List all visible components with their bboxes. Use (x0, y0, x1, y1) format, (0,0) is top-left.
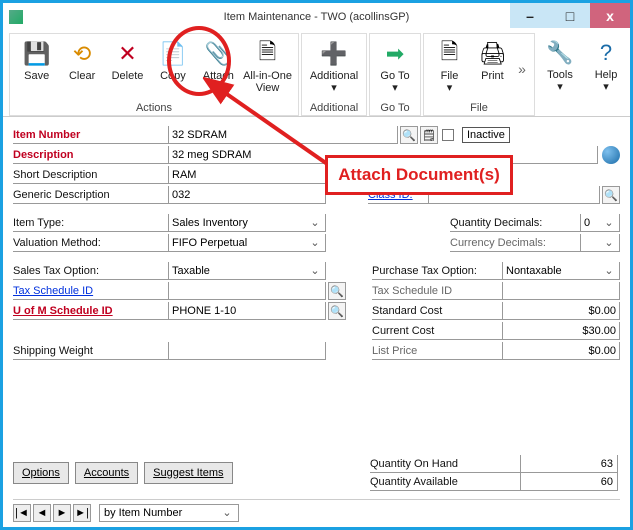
label-valuation-method: Valuation Method: (13, 234, 168, 252)
ribbon-overflow[interactable]: » (514, 36, 530, 101)
tax-schedule-id-r-field[interactable] (502, 282, 620, 300)
generic-description-field[interactable]: 032 (168, 186, 326, 204)
label-short-description: Short Description (13, 166, 168, 184)
annotation-callout: Attach Document(s) (325, 155, 513, 195)
standard-cost-field[interactable]: $0.00 (502, 302, 620, 320)
copy-icon: 📄 (159, 40, 187, 68)
label-qty-on-hand: Quantity On Hand (370, 455, 520, 473)
nav-last[interactable]: ►| (73, 504, 91, 522)
label-uofm-schedule-id[interactable]: U of M Schedule ID (13, 302, 168, 320)
chevron-down-icon: ⌄ (220, 506, 234, 519)
group-label: File (424, 102, 534, 114)
chevron-down-icon: ⌄ (308, 264, 322, 277)
goto-icon: ➡ (381, 40, 409, 68)
group-label: Go To (370, 102, 420, 114)
sales-tax-option-select[interactable]: Taxable⌄ (168, 262, 326, 280)
delete-icon: ✕ (114, 40, 142, 68)
file-button[interactable]: 🗎 File▾ (428, 36, 471, 101)
window-frame: Item Maintenance - TWO (acollinsGP) – □ … (0, 0, 633, 530)
help-button[interactable]: ? Help▾ (589, 35, 623, 102)
nav-sort-select[interactable]: by Item Number⌄ (99, 504, 239, 522)
label-item-type: Item Type: (13, 214, 168, 232)
all-in-one-button[interactable]: 🗎 All-in-One View (241, 36, 294, 101)
label-description: Description (13, 146, 168, 164)
label-item-number: Item Number (13, 126, 168, 144)
save-icon: 💾 (23, 40, 51, 68)
uofm-schedule-id-field[interactable]: PHONE 1-10 (168, 302, 326, 320)
current-cost-field[interactable]: $30.00 (502, 322, 620, 340)
inactive-checkbox[interactable] (442, 129, 454, 141)
chevron-down-icon: ⌄ (602, 236, 616, 249)
chevron-down-icon: ⌄ (308, 236, 322, 249)
item-type-select[interactable]: Sales Inventory⌄ (168, 214, 326, 232)
nav-first[interactable]: |◄ (13, 504, 31, 522)
additional-button[interactable]: ➕ Additional▾ (306, 36, 362, 101)
suggest-items-button[interactable]: Suggest Items (144, 462, 232, 484)
label-sales-tax-option: Sales Tax Option: (13, 262, 168, 280)
note-icon[interactable]: 🗒 (420, 126, 438, 144)
help-icon: ? (592, 39, 620, 67)
goto-button[interactable]: ➡ Go To▾ (374, 36, 416, 101)
group-label: Additional (302, 102, 366, 114)
titlebar: Item Maintenance - TWO (acollinsGP) – □ … (3, 3, 630, 31)
qty-available-value: 60 (520, 473, 618, 491)
tax-schedule-id-field[interactable] (168, 282, 326, 300)
chevron-down-icon: ⌄ (308, 216, 322, 229)
delete-button[interactable]: ✕ Delete (105, 36, 150, 101)
lookup-icon[interactable]: 🔍 (602, 186, 620, 204)
inactive-label: Inactive (462, 127, 510, 143)
purchase-tax-option-select[interactable]: Nontaxable⌄ (502, 262, 620, 280)
attach-button[interactable]: 📎 Attach (196, 36, 241, 101)
label-current-cost: Current Cost (372, 322, 502, 340)
form-body: Item Number 32 SDRAM 🔍 🗒 Inactive Descri… (3, 117, 630, 369)
print-button[interactable]: 🖨 Print (471, 36, 514, 101)
chevron-down-icon: ⌄ (602, 264, 616, 277)
bottom-bar: Options Accounts Suggest Items Quantity … (13, 455, 620, 491)
chevron-down-icon: ⌄ (602, 216, 616, 229)
print-icon: 🖨 (478, 40, 506, 68)
file-icon: 🗎 (435, 40, 463, 68)
nav-prev[interactable]: ◄ (33, 504, 51, 522)
ribbon: 💾 Save ⟲ Clear ✕ Delete 📄 Copy 📎 Attach … (3, 31, 630, 117)
valuation-method-select[interactable]: FIFO Perpetual⌄ (168, 234, 326, 252)
window-title: Item Maintenance - TWO (acollinsGP) (3, 11, 630, 23)
label-quantity-decimals: Quantity Decimals: (450, 214, 580, 232)
label-tax-schedule-id-r: Tax Schedule ID (372, 282, 502, 300)
record-navigator: |◄ ◄ ► ►| by Item Number⌄ (13, 499, 620, 521)
label-purchase-tax-option: Purchase Tax Option: (372, 262, 502, 280)
shipping-weight-field[interactable] (168, 342, 326, 360)
label-generic-description: Generic Description (13, 186, 168, 204)
label-tax-schedule-id[interactable]: Tax Schedule ID (13, 282, 168, 300)
paperclip-icon: 📎 (204, 40, 232, 68)
lookup-icon[interactable]: 🔍 (328, 282, 346, 300)
item-number-field[interactable]: 32 SDRAM (168, 126, 398, 144)
globe-icon[interactable] (602, 146, 620, 164)
lookup-icon[interactable]: 🔍 (400, 126, 418, 144)
label-shipping-weight: Shipping Weight (13, 342, 168, 360)
label-currency-decimals: Currency Decimals: (450, 234, 580, 252)
quantity-decimals-select[interactable]: 0⌄ (580, 214, 620, 232)
currency-decimals-select[interactable]: ⌄ (580, 234, 620, 252)
save-button[interactable]: 💾 Save (14, 36, 59, 101)
label-standard-cost: Standard Cost (372, 302, 502, 320)
qty-on-hand-value: 63 (520, 455, 618, 473)
undo-icon: ⟲ (68, 40, 96, 68)
copy-button[interactable]: 📄 Copy (150, 36, 195, 101)
short-description-field[interactable]: RAM (168, 166, 326, 184)
nav-next[interactable]: ► (53, 504, 71, 522)
accounts-button[interactable]: Accounts (75, 462, 138, 484)
tools-icon: 🔧 (546, 39, 574, 67)
label-qty-available: Quantity Available (370, 473, 520, 491)
options-button[interactable]: Options (13, 462, 69, 484)
list-price-field[interactable]: $0.00 (502, 342, 620, 360)
group-label: Actions (10, 102, 298, 114)
lookup-icon[interactable]: 🔍 (328, 302, 346, 320)
document-icon: 🗎 (254, 40, 282, 68)
label-list-price: List Price (372, 342, 502, 360)
tools-button[interactable]: 🔧 Tools▾ (541, 35, 579, 102)
plus-icon: ➕ (320, 40, 348, 68)
clear-button[interactable]: ⟲ Clear (59, 36, 104, 101)
